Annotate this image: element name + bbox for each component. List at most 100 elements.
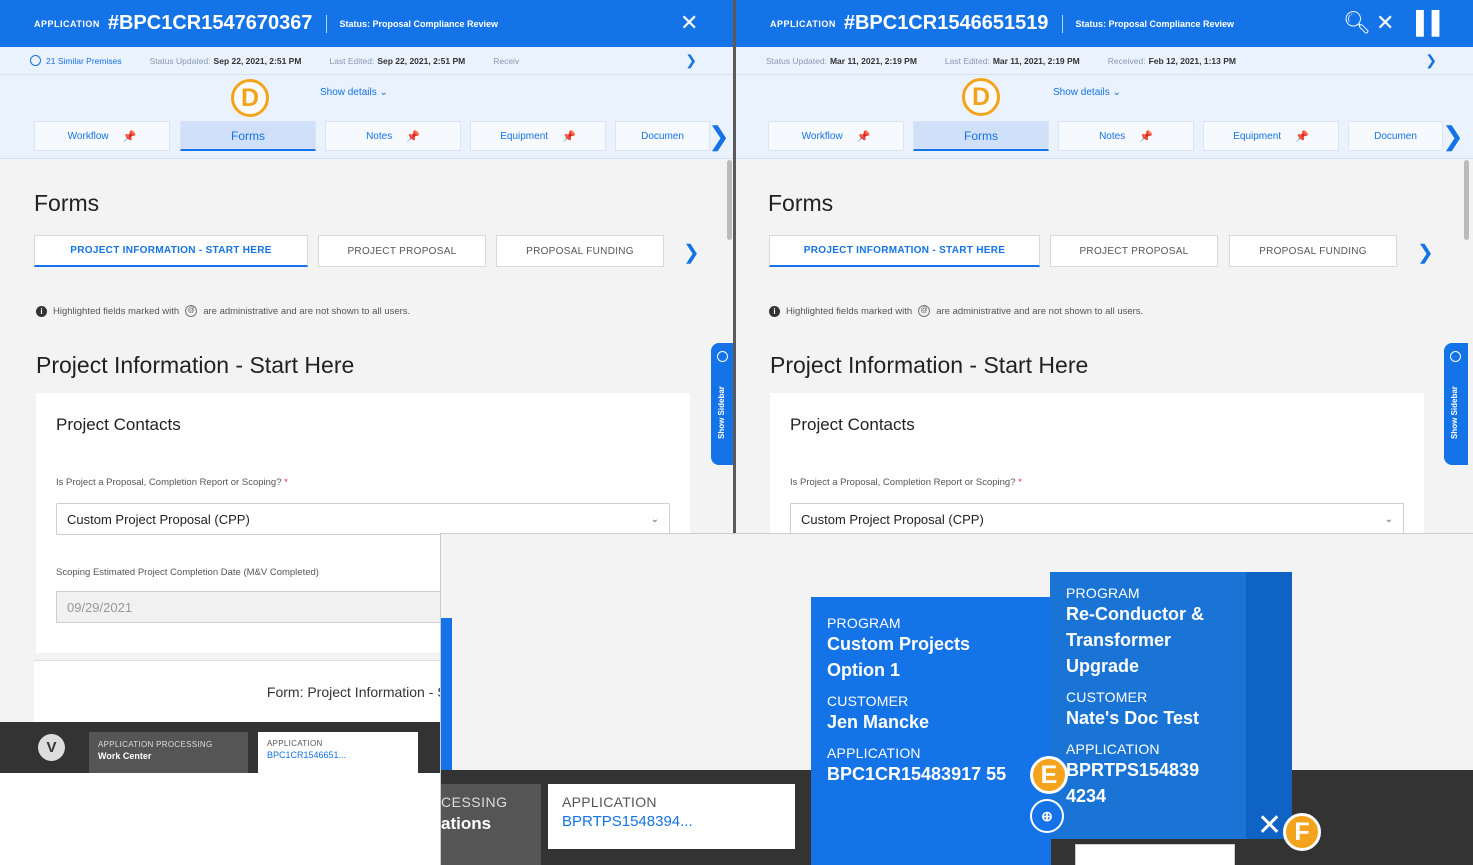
show-details-toggle[interactable]: Show details ⌄ bbox=[320, 87, 388, 98]
notice-text-post: are administrative and are not shown to … bbox=[203, 305, 411, 317]
chevron-right-icon[interactable]: ❯ bbox=[1442, 123, 1464, 149]
info-icon bbox=[1450, 351, 1461, 362]
pin-icon[interactable]: 📌 bbox=[406, 130, 420, 143]
tile-value: BPC1CR1546651... bbox=[267, 750, 347, 760]
last-edited: Last Edited: Sep 22, 2021, 2:51 PM bbox=[329, 56, 465, 66]
tab-equipment[interactable]: Equipment 📌 bbox=[470, 121, 606, 151]
subtab-project-proposal[interactable]: PROJECT PROPOSAL bbox=[318, 235, 486, 267]
project-contacts-card: Project Contacts Is Project a Proposal, … bbox=[770, 393, 1424, 533]
show-sidebar-button[interactable]: Show Sidebar bbox=[711, 343, 733, 465]
search-icon[interactable]: 🔍︎ bbox=[1343, 12, 1371, 34]
customer-group: CUSTOMER Jen Mancke bbox=[827, 693, 1051, 735]
project-type-select[interactable]: Custom Project Proposal (CPP) ⌄ bbox=[56, 503, 670, 535]
tab-label: Forms bbox=[964, 128, 998, 143]
subtab-proposal-funding[interactable]: PROPOSAL FUNDING bbox=[496, 235, 664, 267]
close-icon[interactable]: ✕ bbox=[1257, 811, 1282, 841]
tab-equipment[interactable]: Equipment 📌 bbox=[1203, 121, 1339, 151]
customer-label: CUSTOMER bbox=[827, 693, 909, 709]
chevron-right-icon[interactable]: ❯ bbox=[685, 52, 697, 69]
tile-label: APPLICATION bbox=[562, 794, 657, 810]
subtab-project-proposal[interactable]: PROJECT PROPOSAL bbox=[1050, 235, 1218, 267]
subtab-proposal-funding[interactable]: PROPOSAL FUNDING bbox=[1229, 235, 1397, 267]
tile-value: ations bbox=[441, 814, 492, 833]
tab-workflow[interactable]: Workflow 📌 bbox=[34, 121, 170, 151]
details-bar: Show details ⌄ bbox=[0, 75, 733, 113]
linked-application-tile[interactable]: PROGRAM Custom Projects Option 1 CUSTOME… bbox=[811, 597, 1051, 865]
tab-bar: Workflow 📌 Forms Notes 📌 Equipment 📌 Docume… bbox=[0, 113, 733, 159]
pin-icon[interactable]: 📌 bbox=[562, 130, 576, 143]
application-tile[interactable]: APPLICATION BPC1CR1546651... bbox=[258, 732, 418, 773]
link-icon[interactable]: ⊕ bbox=[1030, 799, 1064, 833]
subtab-project-information[interactable]: PROJECT INFORMATION - START HERE bbox=[769, 235, 1040, 267]
tab-label: Equipment bbox=[1233, 130, 1282, 142]
pin-icon[interactable]: 📌 bbox=[1139, 130, 1153, 143]
admin-notice: i Highlighted fields marked with @ are a… bbox=[36, 305, 410, 317]
tab-workflow[interactable]: Workflow 📌 bbox=[768, 121, 904, 151]
close-icon[interactable]: ✕ bbox=[1376, 12, 1394, 34]
select-value: Custom Project Proposal (CPP) bbox=[67, 511, 250, 527]
callout-d: D bbox=[962, 78, 1000, 116]
work-center-tile[interactable]: APPLICATION PROCESSING Work Center bbox=[89, 732, 248, 773]
title-bar: APPLICATION #BPC1CR1547670367 Status: Pr… bbox=[0, 0, 733, 47]
callout-e: E bbox=[1030, 756, 1068, 794]
tab-forms[interactable]: Forms bbox=[180, 121, 316, 151]
tab-documents[interactable]: Documen bbox=[1348, 121, 1443, 151]
show-details-label: Show details bbox=[320, 87, 377, 98]
pin-icon[interactable]: 📌 bbox=[123, 130, 137, 143]
tab-bar: Workflow 📌 Forms Notes 📌 Equipment 📌 Docume… bbox=[736, 113, 1473, 159]
last-edited-label: Last Edited: bbox=[329, 55, 375, 66]
admin-notice: i Highlighted fields marked with @ are a… bbox=[769, 305, 1143, 317]
close-icon[interactable]: ✕ bbox=[680, 12, 698, 34]
received-label: Received: bbox=[1107, 55, 1146, 66]
info-bar: 21 Similar Premises Status Updated: Sep 2… bbox=[0, 47, 733, 75]
chevron-right-icon[interactable]: ❯ bbox=[1425, 52, 1437, 69]
chevron-right-icon[interactable]: ❯ bbox=[1417, 240, 1434, 265]
work-center-tile[interactable]: CESSING ations bbox=[441, 784, 541, 865]
received-value: Feb 12, 2021, 1:13 PM bbox=[1148, 55, 1236, 66]
tab-forms[interactable]: Forms bbox=[913, 121, 1049, 151]
section-title: Project Information - Start Here bbox=[36, 352, 355, 378]
tab-notes[interactable]: Notes 📌 bbox=[1058, 121, 1194, 151]
project-type-select[interactable]: Custom Project Proposal (CPP) ⌄ bbox=[790, 503, 1404, 533]
logo: V bbox=[38, 734, 65, 761]
required-marker: * bbox=[1018, 477, 1022, 488]
chevron-right-icon[interactable]: ❯ bbox=[683, 240, 700, 265]
show-sidebar-button[interactable]: Show Sidebar bbox=[1444, 343, 1468, 465]
application-number: #BPC1CR1546651519 bbox=[843, 12, 1049, 34]
received: Received: Feb 12, 2021, 1:13 PM bbox=[1108, 56, 1236, 66]
scrollbar[interactable] bbox=[727, 160, 732, 240]
application-group: APPLICATION BPC1CR15483917 55 bbox=[827, 745, 1051, 787]
tab-notes[interactable]: Notes 📌 bbox=[325, 121, 461, 151]
split-view-icon[interactable]: ▌▌ bbox=[1416, 12, 1447, 34]
application-tile[interactable]: APPLICATION BPRTPS1548394... bbox=[548, 784, 795, 849]
received-label: Receiv bbox=[493, 55, 520, 66]
tab-documents[interactable]: Documen bbox=[615, 121, 710, 151]
status-updated-value: Mar 11, 2021, 2:19 PM bbox=[829, 55, 917, 66]
question-text: Is Project a Proposal, Completion Report… bbox=[790, 477, 1016, 488]
zoomed-taskbar-detail: CESSING ations APPLICATION BPRTPS1548394… bbox=[440, 533, 1473, 865]
tab-label: Workflow bbox=[67, 130, 109, 142]
right-application-pane: APPLICATION #BPC1CR1546651519 Status: Pr… bbox=[736, 0, 1473, 533]
pin-icon[interactable]: 📌 bbox=[857, 130, 871, 143]
tile-edge bbox=[1246, 572, 1292, 839]
notice-text-pre: Highlighted fields marked with bbox=[786, 305, 913, 317]
pin-icon[interactable]: 📌 bbox=[1295, 130, 1309, 143]
info-icon: i bbox=[769, 305, 780, 317]
select-value: Custom Project Proposal (CPP) bbox=[801, 511, 984, 527]
last-edited-value: Sep 22, 2021, 2:51 PM bbox=[377, 55, 466, 66]
show-details-label: Show details bbox=[1053, 87, 1110, 98]
similar-premises-link[interactable]: 21 Similar Premises bbox=[30, 55, 122, 66]
tab-label: Equipment bbox=[500, 130, 549, 142]
scrollbar[interactable] bbox=[1464, 160, 1469, 240]
similar-premises-text: 21 Similar Premises bbox=[46, 55, 122, 66]
show-details-toggle[interactable]: Show details ⌄ bbox=[1053, 87, 1121, 98]
tab-label: Forms bbox=[231, 128, 265, 143]
application-value: BPRTPS154839 4234 bbox=[1066, 760, 1200, 806]
subtab-project-information[interactable]: PROJECT INFORMATION - START HERE bbox=[34, 235, 308, 267]
status-updated: Status Updated: Sep 22, 2021, 2:51 PM bbox=[150, 56, 302, 66]
notice-text-pre: Highlighted fields marked with bbox=[53, 305, 180, 317]
chevron-right-icon[interactable]: ❯ bbox=[708, 123, 730, 149]
application-number: #BPC1CR1547670367 bbox=[107, 12, 313, 34]
customer-value: Jen Mancke bbox=[827, 712, 930, 732]
chevron-down-icon: ⌄ bbox=[1112, 87, 1121, 98]
